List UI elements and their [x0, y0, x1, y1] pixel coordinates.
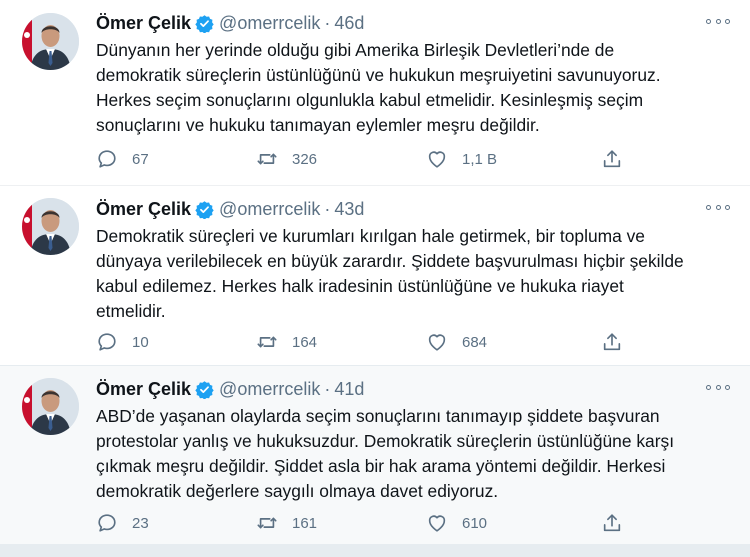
tweet-text-line: Demokratik süreçleri ve kurumları kırılg… [96, 226, 645, 246]
tweet-text-line: demokratik değerlere saygılı olmaya dave… [96, 481, 499, 501]
reply-count: 23 [132, 514, 149, 532]
tweet-text-line: protestolar yanlış ve hukuksuzdur. Demok… [96, 431, 675, 451]
tweet-text-line: sonuçlarını ve hukuku tanımayan eylemler… [96, 115, 540, 135]
timeline-divider [0, 544, 750, 557]
reply-icon [98, 150, 116, 168]
retweet-count: 161 [292, 514, 318, 532]
tweet[interactable]: Ömer Çelik @omerrcelik · 43d Demokratik … [0, 185, 750, 365]
share-button[interactable] [601, 510, 623, 536]
like-button[interactable]: 684 [426, 329, 487, 355]
reply-count: 10 [132, 333, 149, 351]
reply-count: 67 [132, 150, 149, 168]
like-count: 684 [462, 333, 488, 351]
separator-dot: · [324, 12, 331, 33]
tweet-actions: 67 326 1,1 B [96, 146, 636, 172]
author-handle[interactable]: @omerrcelik [219, 199, 320, 220]
tweet-text-line: dünyaya verilebilecek en büyük zarardır.… [96, 251, 684, 271]
tweet-text-line: kabul edilemez. Herkes halk iradesinin ü… [96, 276, 624, 296]
tweet-actions: 23 161 610 [96, 510, 636, 536]
avatar[interactable] [22, 13, 79, 70]
retweet-icon [257, 336, 277, 348]
tweet-text: Dünyanın her yerinde olduğu gibi Amerika… [96, 38, 736, 138]
share-button[interactable] [601, 146, 623, 172]
tweet-text: Demokratik süreçleri ve kurumları kırılg… [96, 224, 736, 324]
verified-badge-icon [195, 200, 214, 219]
tweet-text-line: çıkmak meşru değildir. Şiddet asla bir h… [96, 456, 666, 476]
author-name[interactable]: Ömer Çelik [96, 379, 191, 400]
retweet-count: 164 [292, 333, 318, 351]
tweet-text: ABD’de yaşanan olaylarda seçim sonuçları… [96, 404, 736, 504]
tweet-timestamp[interactable]: 46d [334, 13, 364, 34]
verified-badge-icon [195, 380, 214, 399]
reply-button[interactable]: 23 [96, 510, 149, 536]
retweet-count: 326 [292, 150, 318, 168]
share-icon [603, 514, 621, 532]
like-button[interactable]: 610 [426, 510, 487, 536]
retweet-button[interactable]: 161 [256, 510, 317, 536]
retweet-icon [257, 153, 277, 165]
like-count: 610 [462, 514, 488, 532]
tweet-actions: 10 164 684 [96, 329, 636, 355]
author-name[interactable]: Ömer Çelik [96, 199, 191, 220]
avatar[interactable] [22, 198, 79, 255]
like-button[interactable]: 1,1 B [426, 146, 497, 172]
reply-icon [98, 333, 116, 351]
avatar[interactable] [22, 378, 79, 435]
tweet-text-line: etmelidir. [96, 301, 166, 321]
reply-button[interactable]: 67 [96, 146, 149, 172]
tweet-timestamp[interactable]: 43d [334, 199, 364, 220]
tweet-text-line: demokratik süreçlerin üstünlüğünü ve huk… [96, 65, 661, 85]
separator-dot: · [324, 378, 331, 399]
author-handle[interactable]: @omerrcelik [219, 379, 320, 400]
author-name[interactable]: Ömer Çelik [96, 13, 191, 34]
reply-icon [98, 514, 116, 532]
heart-icon [428, 151, 446, 168]
retweet-icon [257, 517, 277, 529]
like-count: 1,1 B [462, 150, 498, 168]
retweet-button[interactable]: 326 [256, 146, 317, 172]
tweet[interactable]: Ömer Çelik @omerrcelik · 46d Dünyanın he… [0, 0, 750, 185]
heart-icon [428, 515, 446, 532]
share-icon [603, 150, 621, 168]
tweet[interactable]: Ömer Çelik @omerrcelik · 41d ABD’de yaşa… [0, 365, 750, 544]
tweet-timestamp[interactable]: 41d [334, 379, 364, 400]
share-button[interactable] [601, 329, 623, 355]
tweet-text-line: Dünyanın her yerinde olduğu gibi Amerika… [96, 40, 615, 60]
heart-icon [428, 334, 446, 351]
more-options-icon[interactable] [706, 200, 730, 214]
verified-badge-icon [195, 14, 214, 33]
tweet-text-line: ABD’de yaşanan olaylarda seçim sonuçları… [96, 406, 660, 426]
share-icon [603, 333, 621, 351]
reply-button[interactable]: 10 [96, 329, 149, 355]
author-handle[interactable]: @omerrcelik [219, 13, 320, 34]
separator-dot: · [324, 198, 331, 219]
more-options-icon[interactable] [706, 14, 730, 28]
more-options-icon[interactable] [706, 380, 730, 394]
retweet-button[interactable]: 164 [256, 329, 317, 355]
tweet-text-line: Herkes seçim sonuçlarını olgunlukla kabu… [96, 90, 644, 110]
